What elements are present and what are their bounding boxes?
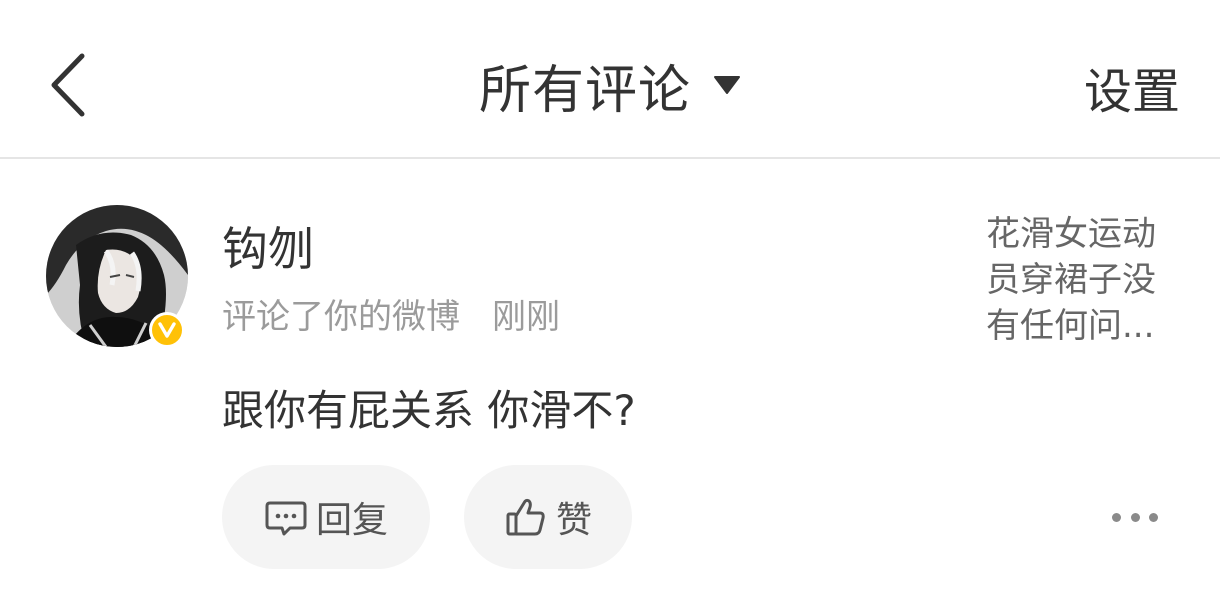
avatar-wrapper[interactable]: [46, 205, 188, 348]
preview-line: 花滑女运动: [986, 214, 1156, 254]
more-dots-icon: [1149, 512, 1158, 522]
page-title: 所有评论: [478, 60, 691, 121]
preview-line: 员穿裙子没: [986, 260, 1156, 300]
reply-label: 回复: [315, 500, 388, 541]
more-dots-icon: [1130, 512, 1140, 522]
like-label: 赞: [555, 500, 592, 541]
top-bar: 所有评论 设置: [0, 0, 1220, 158]
action-text: 评论了你的微博: [222, 297, 460, 337]
notification-meta: 评论了你的微博 刚刚: [222, 289, 560, 338]
chevron-left-icon: [48, 52, 88, 122]
comment-notification: 钩刎 评论了你的微博 刚刚 跟你有屁关系 你滑不? 花滑女运动 员穿裙子没 有任…: [0, 159, 1220, 599]
comment-filter-dropdown[interactable]: 所有评论: [479, 48, 741, 123]
caret-down-icon: [713, 74, 741, 96]
preview-line: 有任何问...: [986, 306, 1155, 346]
comment-text: 跟你有屁关系 你滑不?: [222, 386, 636, 435]
original-post-preview[interactable]: 花滑女运动 员穿裙子没 有任何问...: [986, 211, 1186, 349]
more-dots-icon: [1112, 512, 1121, 522]
reply-button[interactable]: 回复: [222, 465, 430, 569]
timestamp: 刚刚: [492, 297, 560, 337]
more-options-button[interactable]: [1112, 505, 1158, 529]
settings-button[interactable]: 设置: [1084, 52, 1180, 122]
back-button[interactable]: [38, 50, 98, 124]
thumbs-up-icon: [504, 495, 548, 539]
comment-bubble-icon: [264, 495, 308, 539]
like-button[interactable]: 赞: [464, 465, 632, 569]
username[interactable]: 钩刎: [222, 213, 314, 279]
verified-badge-icon: [149, 312, 185, 348]
